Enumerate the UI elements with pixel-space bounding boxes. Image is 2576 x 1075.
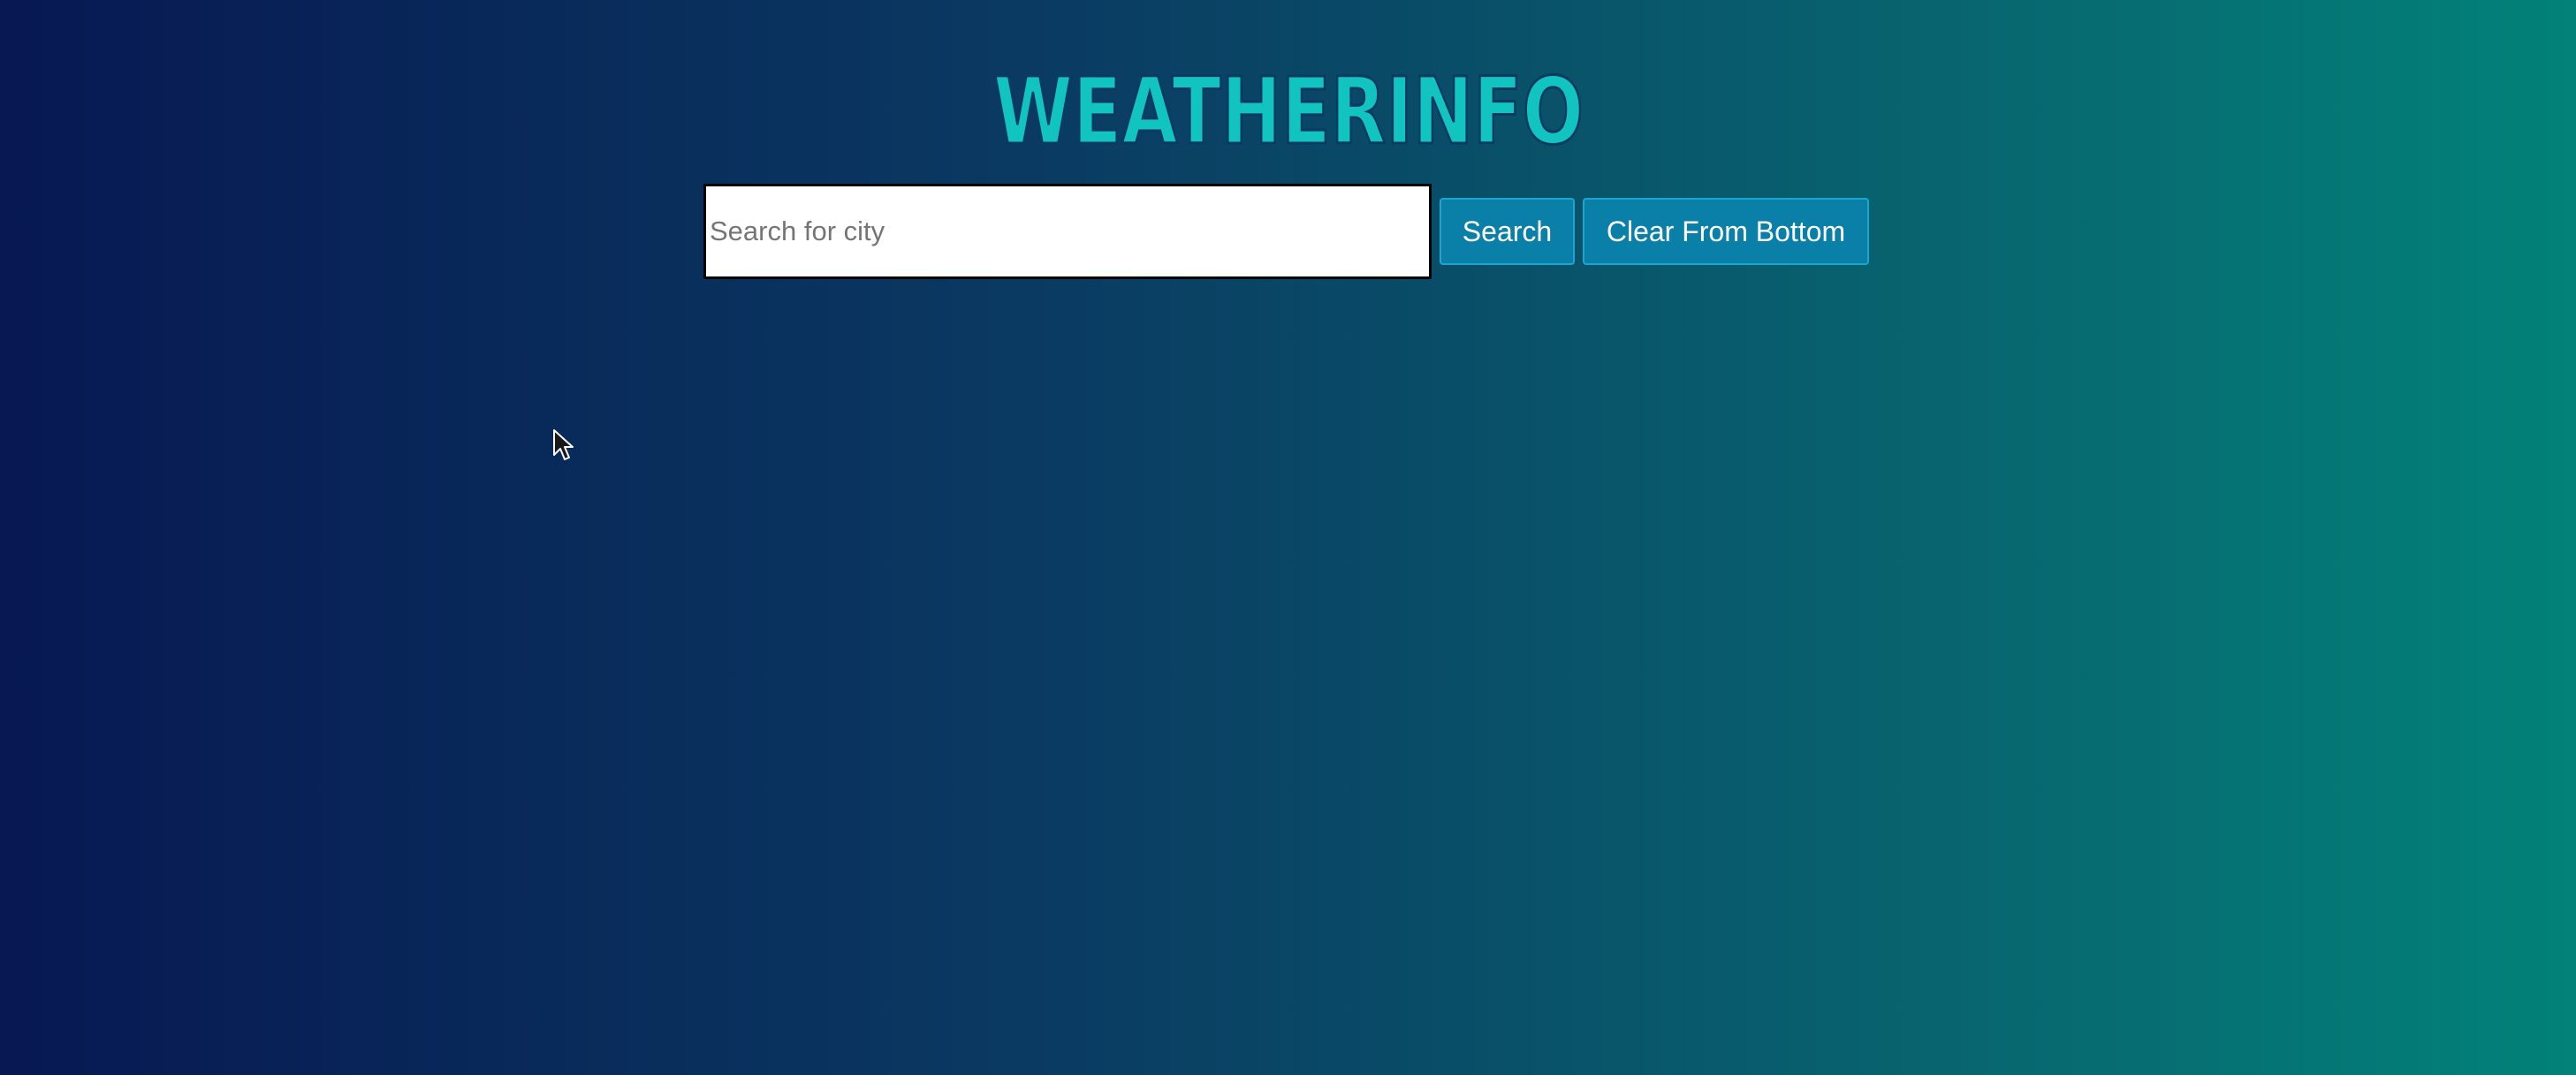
mouse-pointer-icon <box>552 428 575 462</box>
app-logo: WEATHERINFO <box>0 62 2576 159</box>
search-button[interactable]: Search <box>1440 198 1575 265</box>
logo-wordmark: WEATHERINFO <box>992 62 1584 159</box>
logo-title: WEATHERINFO <box>993 62 1584 159</box>
search-bar: Search Clear From Bottom <box>703 184 1869 279</box>
clear-from-bottom-button[interactable]: Clear From Bottom <box>1583 198 1869 265</box>
city-search-input[interactable] <box>703 184 1432 279</box>
